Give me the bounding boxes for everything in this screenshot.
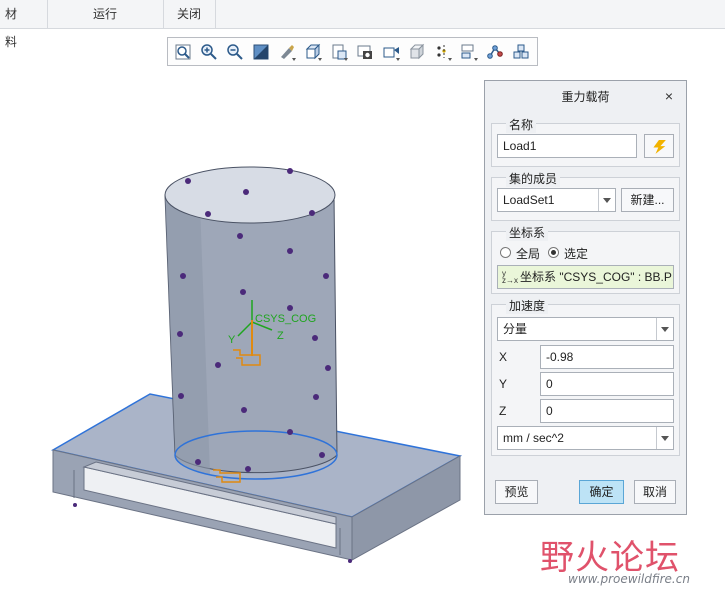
model-graphic: CSYS_COG Y Z (50, 166, 463, 563)
name-group: 名称 Load1 (491, 116, 680, 167)
name-group-label: 名称 (506, 116, 537, 133)
name-select-button[interactable] (644, 134, 674, 158)
shade-style-icon[interactable] (251, 42, 271, 62)
name-input[interactable]: Load1 (497, 134, 637, 158)
layer-icon[interactable] (459, 42, 479, 62)
datum-display-icon[interactable] (407, 42, 427, 62)
saved-view-icon[interactable] (303, 42, 323, 62)
csys-mini-icon: y z→x (502, 269, 518, 285)
lightning-icon (653, 139, 666, 154)
ok-button[interactable]: 确定 (579, 480, 624, 504)
model-viewport[interactable]: CSYS_COG Y Z (0, 66, 480, 593)
chevron-down-icon[interactable] (598, 189, 615, 211)
x-input[interactable]: -0.98 (540, 345, 674, 369)
acceleration-group: 加速度 分量 X -0.98 Y 0 Z 0 mm / sec^2 (491, 297, 680, 456)
component-mode-value: 分量 (503, 322, 528, 336)
csys-axis-z-label: Z (277, 330, 284, 342)
chevron-down-icon[interactable] (656, 318, 673, 340)
radio-global-label: 全局 (516, 247, 541, 261)
watermark-url: www.proewildfire.cn (568, 572, 690, 586)
set-member-group: 集的成员 LoadSet1 新建... (491, 170, 680, 221)
y-label: Y (499, 377, 508, 391)
tab-close[interactable]: 关闭 (163, 0, 215, 28)
new-set-button[interactable]: 新建... (621, 188, 674, 212)
zoom-fit-icon[interactable] (173, 42, 193, 62)
z-input[interactable]: 0 (540, 399, 674, 423)
csys-axis-y-label: Y (228, 334, 236, 346)
units-value: mm / sec^2 (503, 431, 564, 445)
gravity-load-dialog: 重力载荷 × 名称 Load1 集的成员 LoadSet1 新建... 坐标系 … (484, 80, 687, 515)
chevron-down-icon[interactable] (656, 427, 673, 449)
annotation-display-icon[interactable] (433, 42, 453, 62)
tab-separator (47, 0, 48, 28)
tab-separator (215, 0, 216, 28)
y-input[interactable]: 0 (540, 372, 674, 396)
close-icon[interactable]: × (660, 87, 678, 105)
load-set-select[interactable]: LoadSet1 (497, 188, 616, 212)
x-label: X (499, 350, 508, 364)
hide-icon[interactable] (511, 42, 531, 62)
radio-selected[interactable] (548, 247, 559, 258)
preview-button[interactable]: 预览 (495, 480, 538, 504)
simulation-display-icon[interactable] (485, 42, 505, 62)
radio-selected-label: 选定 (564, 247, 589, 261)
zoom-in-icon[interactable] (199, 42, 219, 62)
acceleration-group-label: 加速度 (506, 297, 549, 314)
ribbon-tab-bar: 材料 运行 关闭 (0, 0, 725, 49)
z-label: Z (499, 404, 507, 418)
view-toolbar (167, 37, 538, 66)
radio-global[interactable] (500, 247, 511, 258)
view-manager-icon[interactable] (329, 42, 349, 62)
dialog-title: 重力载荷 (561, 90, 610, 104)
repaint-icon[interactable] (277, 42, 297, 62)
component-mode-select[interactable]: 分量 (497, 317, 674, 341)
csys-group-label: 坐标系 (506, 224, 549, 241)
csys-group: 坐标系 全局 选定 y z→x 坐标系 "CSYS_COG" : BB.P (491, 224, 680, 294)
load-set-value: LoadSet1 (503, 193, 555, 207)
set-member-group-label: 集的成员 (506, 170, 561, 187)
csys-label: CSYS_COG (255, 313, 316, 325)
tab-run[interactable]: 运行 (75, 0, 135, 28)
csys-reference-value: 坐标系 "CSYS_COG" : BB.P (520, 270, 672, 284)
units-select[interactable]: mm / sec^2 (497, 426, 674, 450)
csys-reference-field[interactable]: y z→x 坐标系 "CSYS_COG" : BB.P (497, 265, 674, 289)
zoom-out-icon[interactable] (225, 42, 245, 62)
tab-material[interactable]: 材料 (0, 0, 22, 49)
cancel-button[interactable]: 取消 (634, 480, 676, 504)
spin-center-icon[interactable] (381, 42, 401, 62)
display-style-icon[interactable] (355, 42, 375, 62)
